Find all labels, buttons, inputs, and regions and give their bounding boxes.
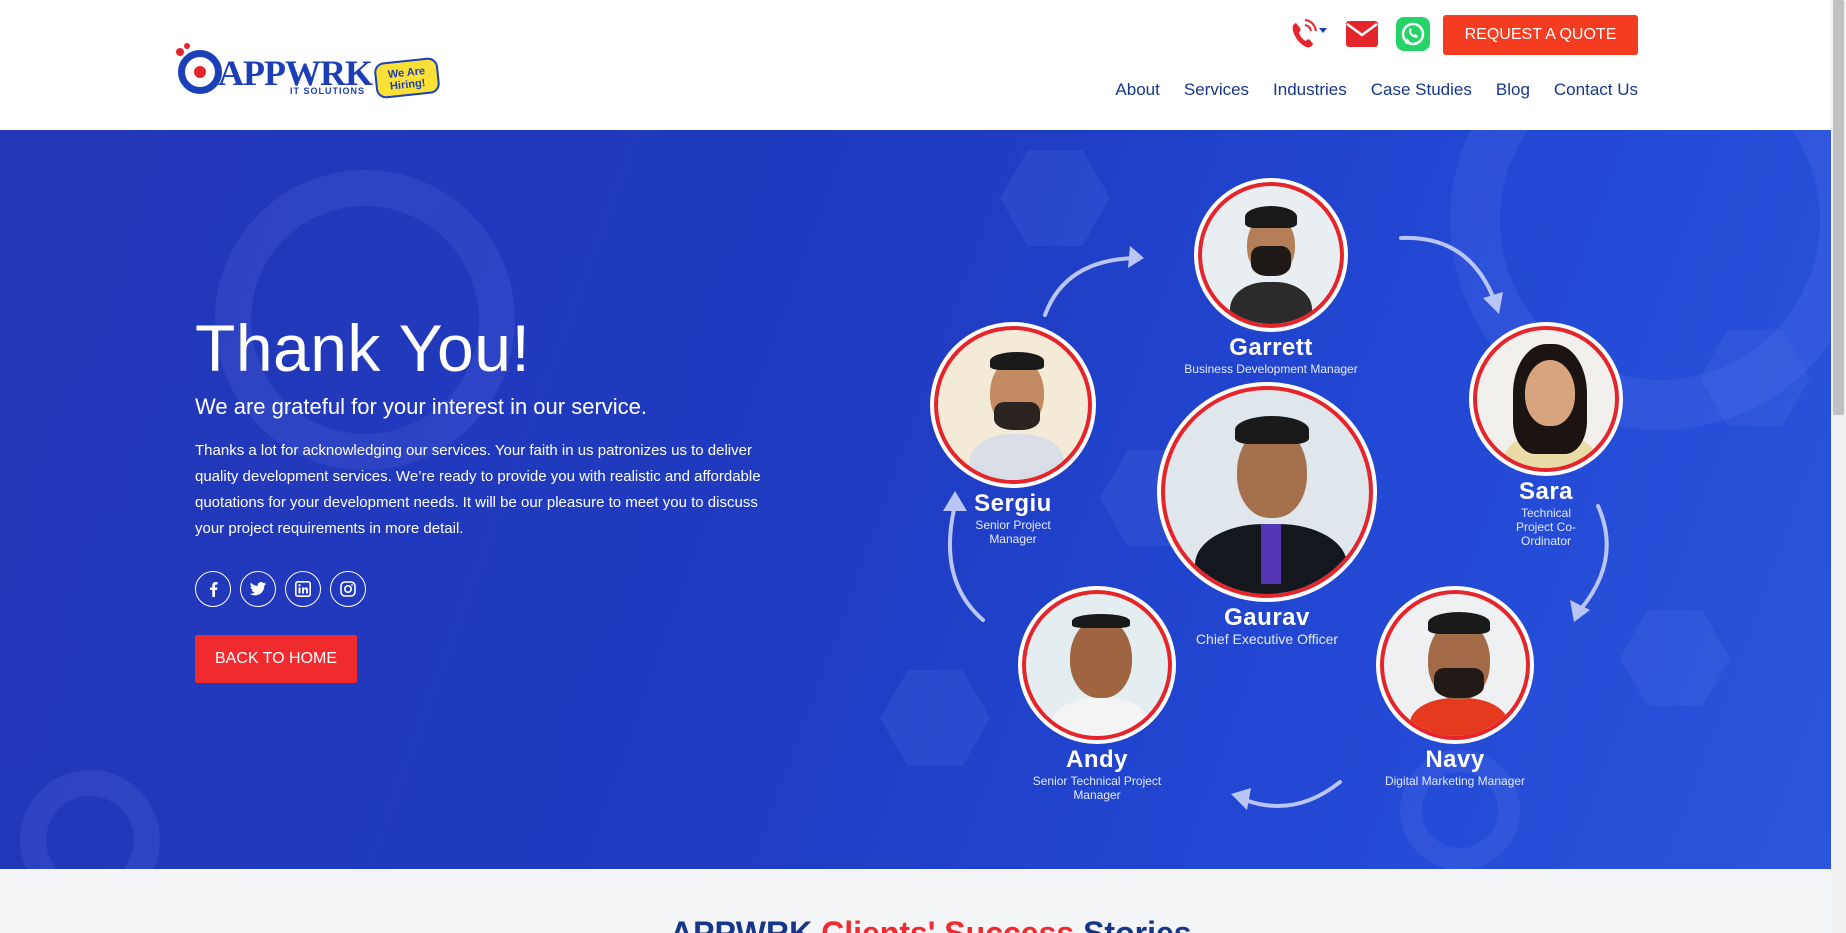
team-member-gaurav: Gaurav Chief Executive Officer <box>1152 386 1382 646</box>
contact-icons <box>1288 16 1430 52</box>
logo-subtext: IT SOLUTIONS <box>290 86 365 96</box>
nav-about[interactable]: About <box>1115 80 1159 100</box>
page-title: Thank You! <box>195 311 531 385</box>
bg-hexagon <box>1620 610 1730 706</box>
thank-you-hero: Thank You! We are grateful for your inte… <box>0 130 1831 869</box>
phone-icon[interactable] <box>1288 16 1328 52</box>
back-to-home-button[interactable]: BACK TO HOME <box>195 635 357 683</box>
nav-services[interactable]: Services <box>1184 80 1249 100</box>
avatar <box>1198 182 1344 328</box>
nav-blog[interactable]: Blog <box>1496 80 1530 100</box>
member-name: Gaurav <box>1224 604 1310 631</box>
avatar <box>1380 590 1530 740</box>
team-member-sara: Sara Technical Project Co-Ordinator <box>1470 326 1622 548</box>
scrollbar-thumb[interactable] <box>1833 0 1844 415</box>
member-role: Digital Marketing Manager <box>1384 774 1526 788</box>
member-role: Technical Project Co-Ordinator <box>1515 506 1577 548</box>
heading-part-tail: Stories <box>1083 915 1192 933</box>
member-role: Chief Executive Officer <box>1195 631 1339 647</box>
social-links <box>195 571 366 607</box>
success-stories-section: APPWRK Clients' Success Stories <box>0 869 1831 933</box>
team-member-sergiu: Sergiu Senior Project Manager <box>932 326 1094 546</box>
logo-dot <box>176 48 184 56</box>
team-member-navy: Navy Digital Marketing Manager <box>1370 590 1540 788</box>
logo-mark-icon <box>178 50 222 94</box>
request-quote-button[interactable]: REQUEST A QUOTE <box>1443 15 1638 55</box>
member-name: Garrett <box>1229 334 1313 361</box>
member-name: Andy <box>1066 746 1128 773</box>
member-name: Sergiu <box>974 490 1052 517</box>
hiring-badge[interactable]: We Are Hiring! <box>373 56 441 100</box>
avatar <box>1161 386 1373 598</box>
heading-part-brand: APPWRK <box>670 915 813 933</box>
member-role: Senior Project Manager <box>975 518 1051 546</box>
appwrk-logo[interactable]: APPWRK IT SOLUTIONS We Are Hiring! <box>176 43 443 100</box>
avatar <box>934 326 1092 484</box>
team-member-andy: Andy Senior Technical Project Manager <box>1020 590 1174 802</box>
nav-case-studies[interactable]: Case Studies <box>1371 80 1472 100</box>
page-scrollbar[interactable] <box>1831 0 1846 933</box>
twitter-icon[interactable] <box>240 571 276 607</box>
envelope-icon[interactable] <box>1346 21 1378 47</box>
avatar <box>1022 590 1172 740</box>
logo-dot <box>184 43 190 49</box>
whatsapp-icon[interactable] <box>1396 17 1430 51</box>
main-nav: About Services Industries Case Studies B… <box>1115 80 1638 100</box>
instagram-icon[interactable] <box>330 571 366 607</box>
avatar <box>1473 326 1619 472</box>
site-header: APPWRK IT SOLUTIONS We Are Hiring! REQUE… <box>0 0 1831 130</box>
bg-decoration <box>20 770 160 869</box>
heading-part-highlight: Clients' Success <box>821 915 1075 933</box>
member-name: Navy <box>1425 746 1485 773</box>
nav-contact-us[interactable]: Contact Us <box>1554 80 1638 100</box>
facebook-icon[interactable] <box>195 571 231 607</box>
team-member-garrett: Garrett Business Development Manager <box>1160 182 1382 376</box>
bg-hexagon <box>880 670 990 766</box>
nav-industries[interactable]: Industries <box>1273 80 1347 100</box>
cycle-arrow-icon <box>1399 235 1503 314</box>
member-role: Senior Technical Project Manager <box>1032 774 1162 802</box>
hero-description: Thanks a lot for acknowledging our servi… <box>195 442 761 537</box>
linkedin-icon[interactable] <box>285 571 321 607</box>
member-role: Business Development Manager <box>1184 362 1358 376</box>
cycle-arrow-icon <box>1043 246 1144 317</box>
cycle-arrow-icon <box>1231 780 1342 810</box>
member-name: Sara <box>1518 478 1574 505</box>
section-heading: APPWRK Clients' Success Stories <box>670 915 1192 933</box>
hero-subtitle: We are grateful for your interest in our… <box>195 394 648 419</box>
